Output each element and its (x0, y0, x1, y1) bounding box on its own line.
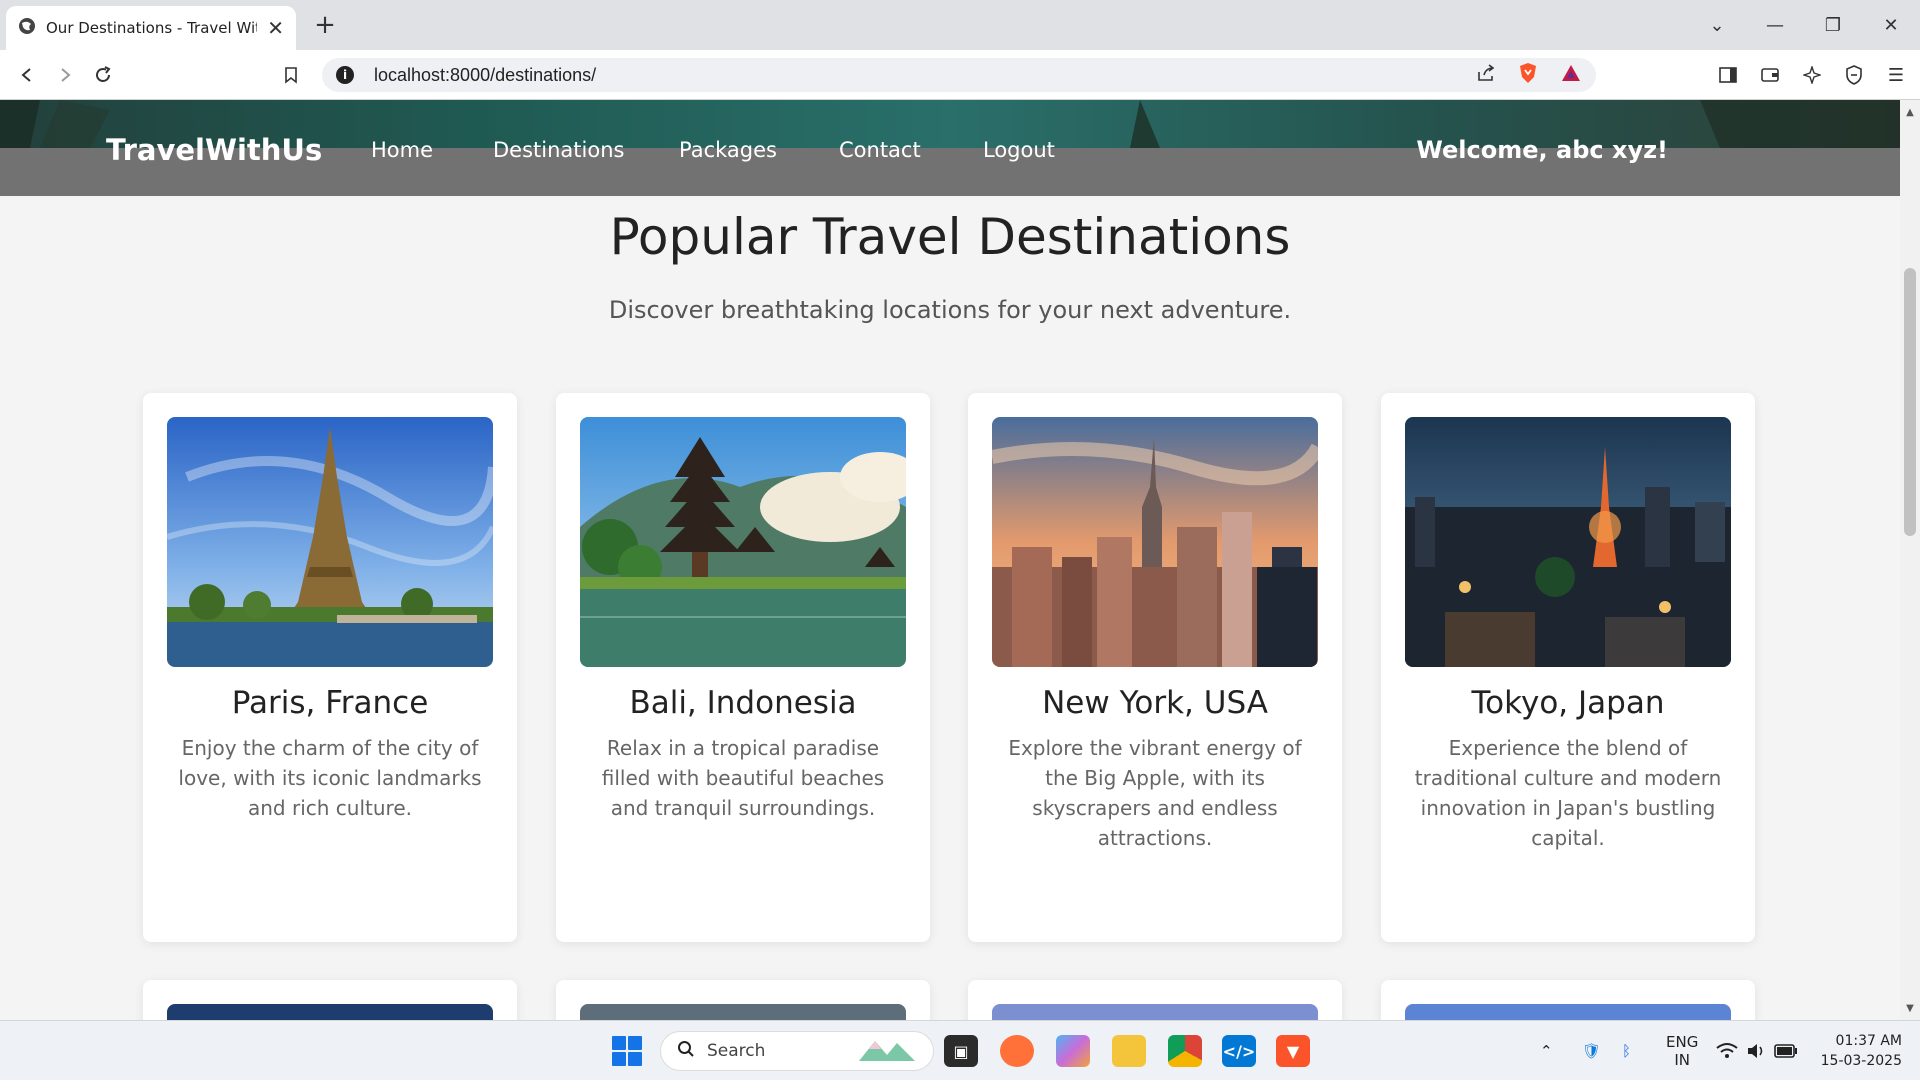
welcome-message: Welcome, abc xyz! (1416, 136, 1668, 164)
destination-title: Bali, Indonesia (629, 685, 857, 721)
windows-taskbar: Search ▣ </> ▼ ⌃ 🛡 ᛒ ENG IN 01:37 AM 15-… (0, 1020, 1920, 1080)
reload-icon[interactable] (88, 60, 118, 90)
scroll-down-icon[interactable]: ▼ (1900, 1000, 1920, 1016)
destination-title: New York, USA (1042, 685, 1268, 721)
minimize-button[interactable]: — (1746, 0, 1804, 50)
destination-card-partial[interactable] (143, 980, 517, 1020)
vpn-icon[interactable] (1840, 60, 1868, 90)
close-window-button[interactable]: ✕ (1862, 0, 1920, 50)
chrome-icon[interactable] (1168, 1035, 1202, 1067)
language-code: ENG (1666, 1033, 1699, 1051)
nav-destinations[interactable]: Destinations (493, 138, 624, 162)
site-nav-row: TravelWithUs Home Destinations Packages … (0, 126, 1900, 174)
destination-card-new-york[interactable]: New York, USA Explore the vibrant energy… (968, 393, 1342, 942)
leo-ai-icon[interactable] (1798, 60, 1826, 90)
share-icon[interactable] (1476, 64, 1496, 86)
destination-card-bali[interactable]: Bali, Indonesia Relax in a tropical para… (556, 393, 930, 942)
destination-description: Enjoy the charm of the city of love, wit… (178, 736, 482, 820)
destination-card-tokyo[interactable]: Tokyo, Japan Experience the blend of tra… (1381, 393, 1755, 942)
task-view-icon[interactable]: ▣ (944, 1035, 978, 1067)
restore-button[interactable]: ❐ (1804, 0, 1862, 50)
destination-card-partial[interactable] (556, 980, 930, 1020)
wallet-icon[interactable] (1756, 60, 1784, 90)
globe-icon (18, 17, 36, 39)
file-explorer-icon[interactable] (1112, 1035, 1146, 1067)
destination-card-paris[interactable]: Paris, France Enjoy the charm of the cit… (143, 393, 517, 942)
destination-title: Tokyo, Japan (1471, 685, 1665, 721)
volume-icon[interactable] (1746, 1021, 1766, 1080)
close-tab-icon[interactable]: ✕ (267, 16, 284, 40)
tab-search-chevron-icon[interactable]: ⌄ (1688, 0, 1746, 50)
language-indicator[interactable]: ENG IN (1666, 1021, 1698, 1080)
region-code: IN (1674, 1051, 1690, 1069)
destination-card-partial[interactable] (1381, 980, 1755, 1020)
destination-photo (580, 1004, 906, 1020)
nav-home[interactable]: Home (371, 138, 433, 162)
nav-logout[interactable]: Logout (983, 138, 1055, 162)
firefox-icon[interactable] (1000, 1035, 1034, 1067)
copilot-icon[interactable] (1056, 1035, 1090, 1067)
new-tab-button[interactable]: + (310, 10, 340, 40)
address-bar[interactable]: i localhost:8000/destinations/ (322, 58, 1596, 92)
wifi-icon[interactable] (1716, 1021, 1738, 1080)
nav-contact[interactable]: Contact (839, 138, 921, 162)
destination-photo (167, 1004, 493, 1020)
page-scrollbar[interactable]: ▲ ▼ (1900, 100, 1920, 1020)
browser-tabbar: Our Destinations - Travel With ✕ + ⌄ — ❐… (0, 0, 1920, 50)
system-clock[interactable]: 01:37 AM 15-03-2025 (1821, 1031, 1902, 1071)
brave-rewards-icon[interactable] (1560, 63, 1582, 87)
destination-description: Explore the vibrant energy of the Big Ap… (1008, 736, 1302, 850)
page-viewport: TravelWithUs Home Destinations Packages … (0, 100, 1900, 1020)
brave-icon[interactable]: ▼ (1276, 1035, 1310, 1067)
tokyo-night-photo (1405, 417, 1731, 667)
vscode-icon[interactable]: </> (1222, 1035, 1256, 1067)
site-info-icon[interactable]: i (336, 66, 354, 84)
destination-title: Paris, France (231, 685, 429, 721)
back-icon[interactable] (12, 60, 42, 90)
destination-description: Experience the blend of traditional cult… (1414, 736, 1722, 850)
destination-photo (992, 1004, 1318, 1020)
bookmark-icon[interactable] (276, 60, 306, 90)
scroll-thumb[interactable] (1904, 268, 1916, 536)
search-icon (677, 1040, 695, 1062)
toolbar-right-icons: ☰ (1714, 60, 1910, 90)
bluetooth-icon[interactable]: ᛒ (1622, 1021, 1631, 1080)
page-title: Popular Travel Destinations (609, 208, 1291, 266)
brave-shields-icon[interactable] (1518, 62, 1538, 88)
search-placeholder: Search (707, 1041, 766, 1061)
browser-tab[interactable]: Our Destinations - Travel With ✕ (6, 6, 296, 50)
browser-toolbar: i localhost:8000/destinations/ ☰ (0, 50, 1920, 100)
bali-temple-photo (580, 417, 906, 667)
tray-expand-icon[interactable]: ⌃ (1540, 1021, 1553, 1080)
battery-icon[interactable] (1774, 1021, 1798, 1080)
new-york-skyline-photo (992, 417, 1318, 667)
destination-photo (1405, 1004, 1731, 1020)
windows-start-icon[interactable] (612, 1036, 642, 1066)
window-controls: ⌄ — ❐ ✕ (1688, 0, 1920, 50)
menu-icon[interactable]: ☰ (1882, 60, 1910, 90)
tab-title: Our Destinations - Travel With (46, 19, 258, 37)
search-highlight-icon (857, 1035, 917, 1067)
nav-packages[interactable]: Packages (679, 138, 777, 162)
clock-time: 01:37 AM (1835, 1033, 1902, 1049)
scroll-up-icon[interactable]: ▲ (1900, 104, 1920, 120)
url-text[interactable]: localhost:8000/destinations/ (374, 65, 1476, 86)
taskbar-search[interactable]: Search (660, 1031, 934, 1071)
sidebar-icon[interactable] (1714, 60, 1742, 90)
destination-description: Relax in a tropical paradise filled with… (601, 736, 885, 820)
clock-date: 15-03-2025 (1820, 1053, 1902, 1069)
forward-icon[interactable] (50, 60, 80, 90)
defender-icon[interactable]: 🛡 (1582, 1021, 1601, 1080)
site-logo[interactable]: TravelWithUs (106, 133, 322, 167)
eiffel-tower-photo (167, 417, 493, 667)
page-subtitle: Discover breathtaking locations for your… (608, 296, 1292, 324)
destination-card-partial[interactable] (968, 980, 1342, 1020)
